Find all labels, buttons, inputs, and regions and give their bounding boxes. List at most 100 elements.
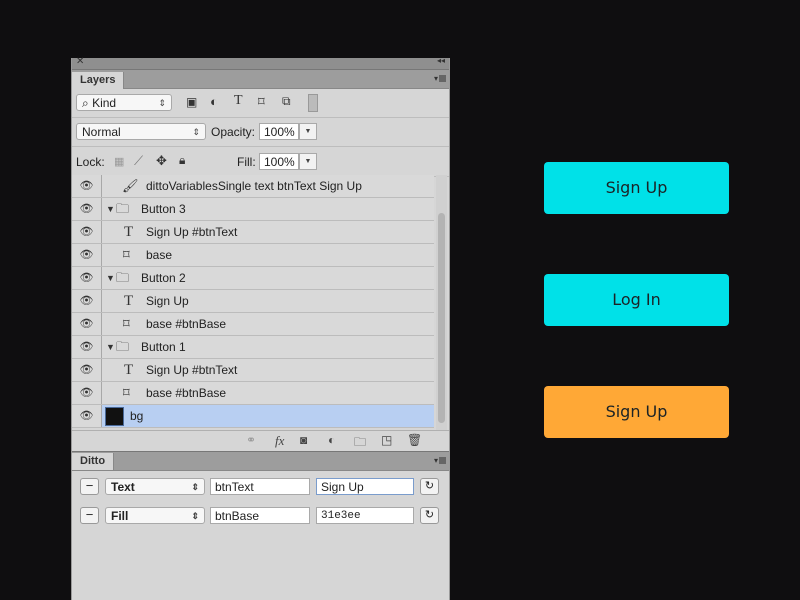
smart-object-filter-icon[interactable]: ⧉ xyxy=(282,94,291,109)
layer-row[interactable]: 👁︎ ⌑ base xyxy=(72,244,434,267)
visibility-eye-icon[interactable]: 👁︎ xyxy=(72,198,102,220)
blend-mode-select[interactable]: Normal ⇕ xyxy=(76,123,206,140)
fill-label: Fill: xyxy=(237,155,256,169)
folder-icon: 🗀 xyxy=(116,201,130,216)
value-input[interactable]: 31e3ee xyxy=(316,507,414,524)
layer-name: dittoVariablesSingle text btnText Sign U… xyxy=(146,179,362,193)
canvas-button-sign-up-2[interactable]: Sign Up xyxy=(544,386,729,438)
layer-name: base xyxy=(146,248,173,262)
brush-icon: 🖌︎ xyxy=(122,178,139,193)
filter-toggle-icon[interactable] xyxy=(308,94,318,112)
remove-row-button[interactable]: − xyxy=(80,507,99,524)
disclosure-triangle-icon[interactable]: ▼ xyxy=(106,267,115,289)
tab-layers[interactable]: Layers xyxy=(72,72,125,89)
fill-dropdown-button[interactable]: ▼ xyxy=(299,153,317,170)
fill-layer-thumbnail xyxy=(105,407,124,426)
disclosure-triangle-icon[interactable]: ▼ xyxy=(106,198,115,220)
lock-label: Lock: xyxy=(76,155,105,169)
visibility-eye-icon[interactable]: 👁︎ xyxy=(72,336,102,358)
close-icon[interactable]: ✕ xyxy=(76,56,84,67)
layers-scrollbar[interactable] xyxy=(436,175,447,430)
variable-input[interactable]: btnText xyxy=(210,478,310,495)
image-filter-icon[interactable]: ▣ xyxy=(186,95,197,109)
layer-row[interactable]: 👁︎ 🖌︎ dittoVariablesSingle text btnText … xyxy=(72,175,434,198)
adjustment-filter-icon[interactable]: ◐ xyxy=(210,94,218,109)
layer-name: base #btnBase xyxy=(146,386,227,400)
scrollbar-thumb[interactable] xyxy=(438,213,445,423)
folder-icon: 🗀 xyxy=(116,339,130,354)
new-layer-icon[interactable]: ◳ xyxy=(381,433,392,447)
visibility-eye-icon[interactable]: 👁︎ xyxy=(72,175,102,197)
lock-paint-icon[interactable]: ⟋ xyxy=(134,153,143,169)
layer-row[interactable]: 👁︎ ⌑ base #btnBase xyxy=(72,382,434,405)
lock-transparent-icon[interactable]: ▦ xyxy=(114,155,124,168)
layers-panel: ✕ ◂◂ Layers ▾ ⌕ Kind ⇕ ▣ ◐ T ⌑ ⧉ Normal … xyxy=(71,56,450,600)
ditto-tabstrip: Ditto ▾ xyxy=(72,451,449,471)
shape-layer-icon: ⌑ xyxy=(123,247,130,262)
ditto-row: − Fill ⇕ btnBase 31e3ee ↻ xyxy=(72,507,449,529)
opacity-input[interactable]: 100% xyxy=(259,123,299,140)
select-arrows-icon: ⇕ xyxy=(158,98,166,108)
visibility-eye-icon[interactable]: 👁︎ xyxy=(72,244,102,266)
link-icon[interactable]: ⚭ xyxy=(246,433,256,447)
layer-row-selected[interactable]: 👁︎ bg xyxy=(72,405,434,428)
filter-kind-select[interactable]: ⌕ Kind ⇕ xyxy=(76,94,172,111)
disclosure-triangle-icon[interactable]: ▼ xyxy=(106,336,115,358)
visibility-eye-icon[interactable]: 👁︎ xyxy=(72,221,102,243)
layer-name: Sign Up #btnText xyxy=(146,363,238,377)
lock-row: Lock: ▦ ⟋ ✥ 🔒︎ Fill: 100% ▼ xyxy=(72,147,449,177)
variable-input[interactable]: btnBase xyxy=(210,507,310,524)
layer-row[interactable]: 👁︎ ▼ 🗀 Button 3 xyxy=(72,198,434,221)
text-layer-icon: T xyxy=(124,224,134,240)
shape-filter-icon[interactable]: ⌑ xyxy=(258,94,265,110)
layer-name: Button 1 xyxy=(141,340,186,354)
value-input[interactable]: Sign Up xyxy=(316,478,414,495)
canvas-button-log-in[interactable]: Log In xyxy=(544,274,729,326)
layer-row[interactable]: 👁︎ ▼ 🗀 Button 1 xyxy=(72,336,434,359)
layer-name: Button 2 xyxy=(141,271,186,285)
visibility-eye-icon[interactable]: 👁︎ xyxy=(72,359,102,381)
mask-icon[interactable]: ◙ xyxy=(300,433,307,447)
opacity-dropdown-button[interactable]: ▼ xyxy=(299,123,317,140)
layer-row[interactable]: 👁︎ T Sign Up #btnText xyxy=(72,359,434,382)
property-select[interactable]: Fill ⇕ xyxy=(105,507,205,524)
visibility-eye-icon[interactable]: 👁︎ xyxy=(72,267,102,289)
tab-ditto[interactable]: Ditto xyxy=(72,453,115,470)
visibility-eye-icon[interactable]: 👁︎ xyxy=(72,405,102,427)
layer-row[interactable]: 👁︎ T Sign Up xyxy=(72,290,434,313)
opacity-label: Opacity: xyxy=(211,125,256,139)
layer-row[interactable]: 👁︎ T Sign Up #btnText xyxy=(72,221,434,244)
select-arrows-icon: ⇕ xyxy=(191,511,199,521)
canvas-button-sign-up-1[interactable]: Sign Up xyxy=(544,162,729,214)
blend-row: Normal ⇕ Opacity: 100% ▼ xyxy=(72,118,449,147)
layers-list: 👁︎ 🖌︎ dittoVariablesSingle text btnText … xyxy=(72,175,434,430)
layers-tabstrip: Layers ▾ xyxy=(72,70,449,89)
property-value: Fill xyxy=(111,509,129,523)
refresh-button[interactable]: ↻ xyxy=(420,478,439,495)
visibility-eye-icon[interactable]: 👁︎ xyxy=(72,313,102,335)
layer-row[interactable]: 👁︎ ▼ 🗀 Button 2 xyxy=(72,267,434,290)
remove-row-button[interactable]: − xyxy=(80,478,99,495)
property-select[interactable]: Text ⇕ xyxy=(105,478,205,495)
refresh-button[interactable]: ↻ xyxy=(420,507,439,524)
layer-name: base #btnBase xyxy=(146,317,227,331)
collapse-icon[interactable]: ◂◂ xyxy=(437,56,445,65)
panel-menu-icon[interactable]: ▾ xyxy=(434,456,446,465)
fill-input[interactable]: 100% xyxy=(259,153,299,170)
layer-row[interactable]: 👁︎ ⌑ base #btnBase xyxy=(72,313,434,336)
lock-position-icon[interactable]: ✥ xyxy=(156,153,167,169)
property-value: Text xyxy=(111,480,135,494)
select-arrows-icon: ⇕ xyxy=(192,127,200,137)
folder-icon: 🗀 xyxy=(116,270,130,285)
blend-mode-value: Normal xyxy=(82,125,121,139)
fx-icon[interactable]: fx xyxy=(275,433,284,449)
adjustment-icon[interactable]: ◐ xyxy=(328,433,335,447)
panel-titlebar: ✕ ◂◂ xyxy=(72,56,449,70)
trash-icon[interactable]: 🗑︎ xyxy=(407,433,422,447)
panel-menu-icon[interactable]: ▾ xyxy=(434,74,446,83)
visibility-eye-icon[interactable]: 👁︎ xyxy=(72,290,102,312)
type-filter-icon[interactable]: T xyxy=(234,93,243,109)
text-layer-icon: T xyxy=(124,362,134,378)
visibility-eye-icon[interactable]: 👁︎ xyxy=(72,382,102,404)
lock-all-icon[interactable]: 🔒︎ xyxy=(179,153,185,168)
